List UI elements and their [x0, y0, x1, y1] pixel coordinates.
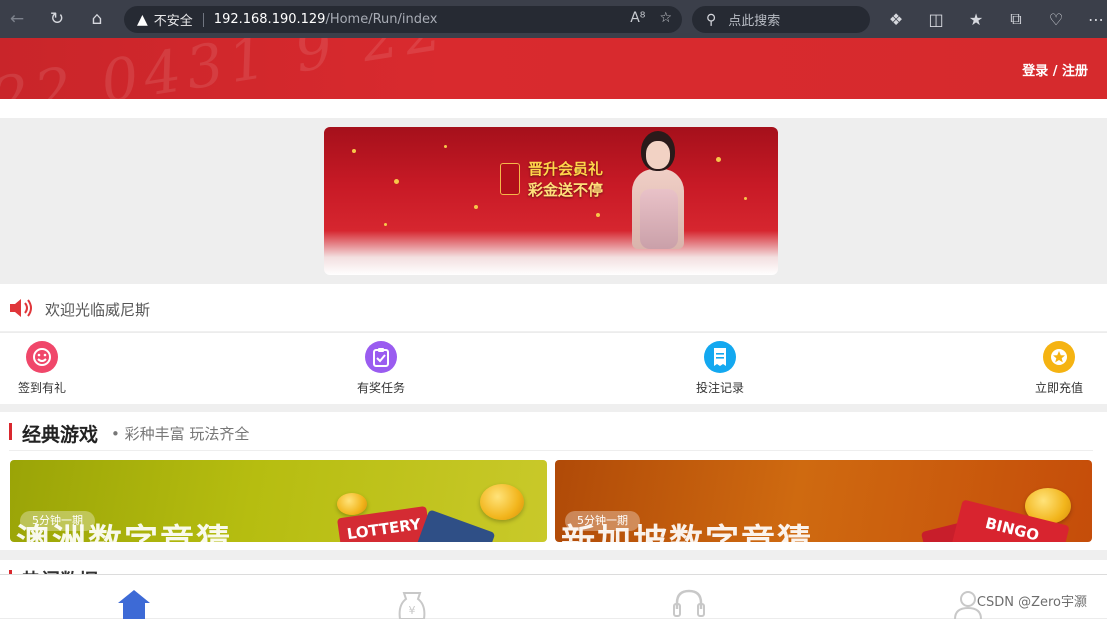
section-accent-bar: [9, 423, 12, 440]
coin-icon: [480, 484, 524, 520]
promo-banner[interactable]: 晋升会员礼 彩金送不停: [324, 127, 778, 275]
collections-icon[interactable]: ⧉: [1000, 4, 1032, 34]
quick-action-bet-history[interactable]: 投注记录: [680, 341, 760, 396]
sparkle: [394, 179, 399, 184]
header-decoration: 22 0431 9 22: [0, 38, 452, 99]
game-card-tag: 5分钟一期: [565, 511, 640, 531]
quick-action-label: 立即充值: [1034, 381, 1083, 395]
header-spacer: [0, 99, 1107, 118]
receipt-icon: [704, 341, 736, 373]
watermark: CSDN @Zero宇灏: [976, 595, 1087, 610]
warning-triangle-icon: ▲: [137, 11, 148, 28]
sparkle: [474, 205, 478, 209]
address-bar[interactable]: ▲ 不安全 192.168.190.129/Home/Run/index A⁸ …: [124, 6, 682, 33]
bottom-navigation: ¥ CSDN @Zero宇灏: [0, 574, 1107, 619]
money-bag-icon[interactable]: ¥: [394, 587, 430, 619]
search-placeholder: 点此搜索: [728, 14, 781, 29]
quick-action-label: 签到有礼: [17, 381, 66, 395]
sparkle: [444, 145, 447, 148]
home-browser-icon[interactable]: ⌂: [82, 4, 112, 34]
star-icon: [1043, 341, 1075, 373]
game-card-singapore[interactable]: BINGO 新加坡数字竞猜 5分钟一期: [555, 460, 1092, 542]
notice-text: 欢迎光临威尼斯: [45, 301, 151, 319]
search-icon: ⚲: [706, 11, 717, 28]
game-card-australia[interactable]: LOTTERY 澳洲数字竞猜 5分钟一期: [10, 460, 547, 542]
quick-action-tasks[interactable]: 有奖任务: [341, 341, 421, 396]
url-path: /Home/Run/index: [325, 12, 438, 27]
sparkle: [716, 157, 721, 162]
svg-text:¥: ¥: [409, 604, 416, 617]
refresh-icon[interactable]: ↻: [42, 4, 72, 34]
speaker-icon: [10, 299, 32, 317]
headset-icon[interactable]: [671, 587, 707, 619]
more-menu-icon[interactable]: ⋯: [1080, 4, 1107, 34]
url-host: 192.168.190.129: [213, 12, 326, 27]
section-gap: [0, 550, 1107, 560]
section-title: 热门数据: [22, 566, 98, 574]
coin-icon: [337, 493, 367, 515]
quick-action-checkin[interactable]: 签到有礼: [2, 341, 82, 396]
extensions-icon[interactable]: ❖: [880, 4, 912, 34]
game-card-tag: 5分钟一期: [20, 511, 95, 531]
clipboard-check-icon: [365, 341, 397, 373]
ticket-icon: [414, 509, 496, 542]
url-divider: [202, 12, 204, 27]
banner-model-image: [628, 131, 684, 249]
quick-action-label: 有奖任务: [356, 381, 405, 395]
favorites-list-icon[interactable]: ★: [960, 4, 992, 34]
insecure-label: 不安全: [153, 14, 193, 29]
login-register-link[interactable]: 登录 / 注册: [1022, 60, 1088, 79]
banner-area: 晋升会员礼 彩金送不停: [0, 118, 1107, 284]
notice-bar: 欢迎光临威尼斯: [0, 284, 1107, 332]
sparkle: [352, 149, 356, 153]
quick-action-recharge[interactable]: 立即充值: [1019, 341, 1099, 396]
sparkle: [384, 223, 387, 226]
split-screen-icon[interactable]: ◫: [920, 4, 952, 34]
browser-toolbar: ← ↻ ⌂ ▲ 不安全 192.168.190.129/Home/Run/ind…: [0, 0, 1107, 38]
banner-line-2: 彩金送不停: [528, 181, 604, 199]
top-header: 22 0431 9 22 登录 / 注册: [0, 38, 1107, 99]
hot-section-header: 热门数据: [0, 560, 1107, 574]
browser-essentials-icon[interactable]: ♡: [1040, 4, 1072, 34]
browser-search-box[interactable]: ⚲ 点此搜索: [692, 6, 870, 33]
banner-slogan: 晋升会员礼 彩金送不停: [528, 159, 603, 201]
mobile-lottery-page: 22 0431 9 22 登录 / 注册 晋升会员礼 彩金送不停: [0, 38, 1107, 619]
section-title: 经典游戏: [22, 424, 99, 446]
quick-action-label: 投注记录: [695, 381, 744, 395]
classic-games-section: 经典游戏 • 彩种丰富 玩法齐全 LOTTERY 澳洲数字竞猜 5分钟一期 BI…: [0, 412, 1107, 550]
sparkle: [596, 213, 600, 217]
favorite-star-icon[interactable]: ☆: [659, 10, 672, 26]
smile-icon: [26, 341, 58, 373]
home-icon[interactable]: [116, 587, 152, 619]
back-arrow-icon[interactable]: ←: [2, 4, 32, 34]
sparkle: [744, 197, 747, 200]
quick-actions: 签到有礼 有奖任务 投注记录 立即充值: [0, 333, 1107, 404]
section-gap: [0, 404, 1107, 412]
section-subtitle: • 彩种丰富 玩法齐全: [111, 425, 250, 443]
red-envelope-icon: [500, 163, 520, 195]
read-aloud-icon[interactable]: A⁸: [630, 10, 645, 26]
section-divider: [9, 450, 1093, 451]
banner-line-1: 晋升会员礼: [528, 160, 604, 178]
